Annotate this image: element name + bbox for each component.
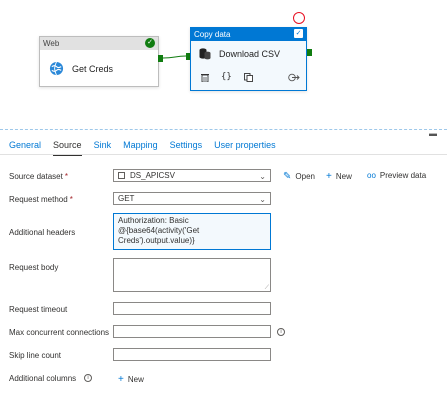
skip-line-count-label: Skip line count [9, 351, 62, 360]
request-timeout-input[interactable] [113, 302, 271, 315]
additional-columns-label: Additional columns [9, 374, 77, 383]
request-method-label: Request method * [9, 195, 73, 204]
info-icon[interactable]: i [277, 328, 285, 336]
panel-splitter[interactable] [0, 129, 447, 130]
delete-icon[interactable] [201, 73, 209, 82]
chevron-down-icon: ⌄ [259, 172, 266, 181]
web-activity-name: Get Creds [72, 63, 114, 74]
additional-headers-label: Additional headers [9, 228, 76, 237]
web-activity-node[interactable]: Web ✓ Get Creds [39, 36, 159, 87]
copy-activity-type: Copy data [191, 28, 306, 41]
source-dataset-label: Source dataset * [9, 172, 68, 181]
request-timeout-label: Request timeout [9, 305, 68, 314]
headers-line: Authorization: Basic [118, 216, 189, 225]
plus-icon: + [118, 374, 124, 385]
web-globe-icon [49, 61, 64, 76]
clone-icon[interactable] [243, 72, 253, 82]
request-method-select[interactable]: GET ⌄ [113, 192, 271, 205]
web-activity-type: Web [40, 37, 158, 50]
max-concurrent-connections-label: Max concurrent connections [9, 328, 110, 337]
pipeline-canvas[interactable]: Web ✓ Get Creds Copy data ✓ Download CSV… [0, 0, 447, 130]
tabs-divider [0, 154, 447, 155]
plus-icon: + [326, 171, 332, 182]
additional-headers-textarea[interactable]: Authorization: Basic @{base64(activity('… [113, 213, 271, 250]
resize-grip-icon[interactable]: ⟋ [265, 285, 269, 291]
max-concurrent-connections-input[interactable] [113, 325, 271, 338]
chevron-down-icon: ⌄ [259, 195, 266, 204]
collapse-panel-icon[interactable]: ▬ [429, 130, 437, 138]
source-dataset-select[interactable]: DS_APICSV ⌄ [113, 169, 271, 182]
pencil-icon: ✎ [283, 171, 292, 182]
headers-line: @{base64(activity('Get [118, 226, 200, 235]
code-icon[interactable]: {} [221, 72, 232, 82]
headers-line: Creds').output.value)} [118, 236, 195, 245]
copy-data-icon [199, 48, 211, 60]
skip-line-count-input[interactable] [113, 348, 271, 361]
open-dataset-button[interactable]: ✎ Open [283, 171, 315, 182]
error-indicator-icon [293, 12, 305, 24]
preview-data-button[interactable]: oo Preview data [367, 171, 426, 180]
copy-success-port[interactable] [307, 49, 312, 56]
copy-activity-node[interactable]: Copy data ✓ Download CSV {} [190, 27, 307, 91]
new-dataset-button[interactable]: + New [326, 171, 352, 182]
success-check-icon: ✓ [145, 38, 155, 48]
request-body-textarea[interactable]: ⟋ [113, 258, 271, 292]
info-icon[interactable]: i [84, 374, 92, 382]
request-body-label: Request body [9, 263, 59, 272]
output-arrow-icon[interactable] [288, 73, 300, 82]
add-column-button[interactable]: + New [118, 374, 144, 385]
dataset-table-icon [118, 172, 125, 179]
glasses-icon: oo [367, 171, 376, 180]
copy-activity-name: Download CSV [219, 48, 281, 59]
selected-check-icon: ✓ [294, 29, 303, 38]
web-success-port[interactable] [158, 55, 163, 62]
